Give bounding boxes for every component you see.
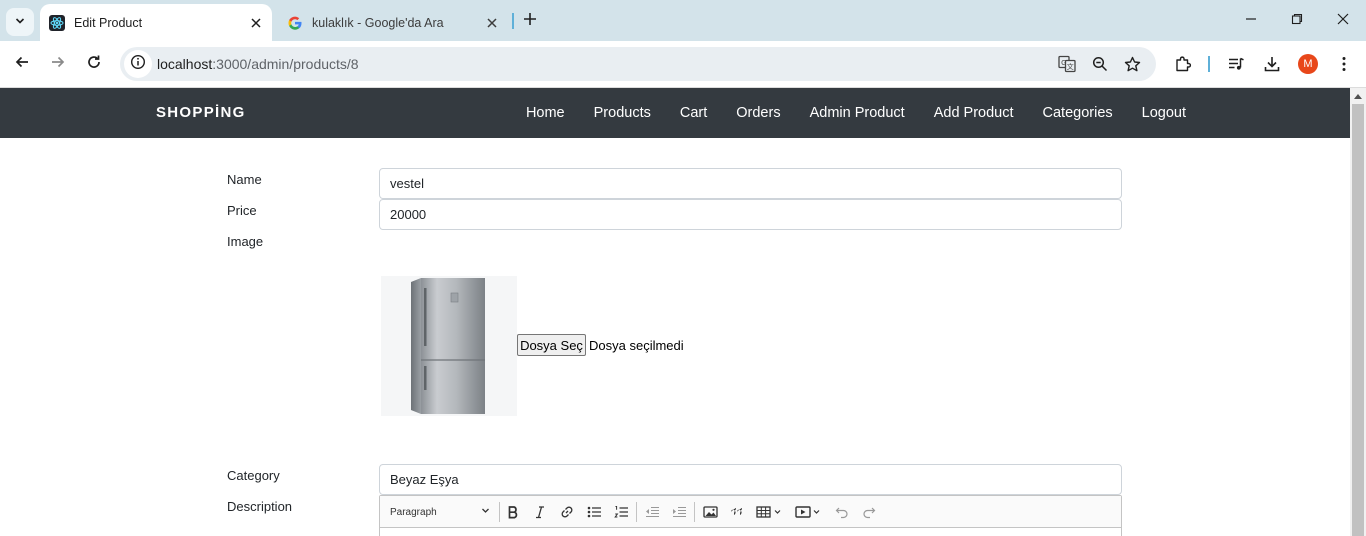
tab-edit-product[interactable]: Edit Product (40, 4, 272, 41)
tab-divider (512, 13, 514, 29)
heading-dropdown[interactable]: Paragraph (390, 504, 490, 520)
bold-icon[interactable] (504, 503, 522, 521)
outdent-icon[interactable] (643, 503, 661, 521)
name-label: Name (227, 172, 262, 187)
undo-icon[interactable] (833, 503, 851, 521)
nav-links: Home Products Cart Orders Admin Product … (497, 88, 1186, 138)
more-menu-icon[interactable] (1333, 53, 1355, 75)
bulleted-list-icon[interactable] (585, 503, 603, 521)
back-button[interactable] (10, 52, 34, 76)
close-icon[interactable] (246, 13, 266, 33)
page-viewport: SHOPPİNG Home Products Cart Orders Admin… (0, 88, 1350, 536)
react-icon (49, 14, 65, 31)
restore-icon (1291, 12, 1303, 30)
address-bar[interactable]: localhost:3000/admin/products/8 G文 (120, 47, 1156, 81)
browser-toolbar: localhost:3000/admin/products/8 G文 M (0, 41, 1366, 88)
file-status-text: Dosya seçilmedi (589, 338, 684, 353)
category-label: Category (227, 468, 280, 483)
url-host: localhost (157, 56, 213, 72)
close-icon[interactable] (482, 13, 502, 33)
extensions-icon[interactable] (1172, 53, 1194, 75)
toolbar-separator (694, 502, 695, 522)
site-navbar: SHOPPİNG Home Products Cart Orders Admin… (0, 88, 1350, 138)
indent-icon[interactable] (670, 503, 688, 521)
reload-button[interactable] (82, 52, 106, 76)
minimize-icon (1245, 12, 1257, 30)
url-text: localhost:3000/admin/products/8 (157, 56, 359, 72)
nav-link-home[interactable]: Home (526, 105, 565, 121)
redo-icon[interactable] (860, 503, 878, 521)
scrollbar-thumb[interactable] (1352, 104, 1364, 536)
toolbar-separator (636, 502, 637, 522)
nav-link-categories[interactable]: Categories (1043, 105, 1113, 121)
media-embed-icon[interactable] (794, 503, 824, 521)
image-icon[interactable] (701, 503, 719, 521)
blockquote-icon[interactable] (728, 503, 746, 521)
page-scrollbar[interactable] (1350, 88, 1366, 536)
browser-tab-strip: Edit Product kulaklık - Google'da Ara (0, 0, 1366, 41)
forward-button[interactable] (46, 52, 70, 76)
download-icon[interactable] (1261, 53, 1283, 75)
site-info-button[interactable] (124, 50, 152, 78)
nav-link-orders[interactable]: Orders (736, 105, 780, 121)
bookmark-star-icon[interactable] (1122, 54, 1142, 74)
editor-toolbar: Paragraph (380, 496, 1121, 528)
heading-dropdown-label: Paragraph (390, 506, 437, 518)
description-editor[interactable]: Paragraph (379, 495, 1122, 536)
tab-google-search[interactable]: kulaklık - Google'da Ara (276, 4, 508, 41)
url-path: :3000/admin/products/8 (212, 56, 359, 72)
nav-link-admin-product[interactable]: Admin Product (810, 105, 905, 121)
name-input[interactable] (379, 168, 1122, 199)
close-window-button[interactable] (1332, 10, 1354, 32)
chevron-down-icon (481, 506, 490, 518)
tab-title: Edit Product (74, 15, 143, 30)
link-icon[interactable] (558, 503, 576, 521)
profile-avatar[interactable]: M (1298, 54, 1318, 74)
toolbar-separator (499, 502, 500, 522)
minimize-button[interactable] (1240, 10, 1262, 32)
tab-search-button[interactable] (6, 8, 34, 36)
tab-title: kulaklık - Google'da Ara (312, 15, 444, 30)
nav-link-logout[interactable]: Logout (1142, 105, 1186, 121)
product-image (381, 276, 517, 416)
close-icon (1337, 12, 1349, 30)
scroll-up-arrow-icon[interactable] (1353, 91, 1363, 101)
reload-icon (86, 54, 102, 75)
price-input[interactable] (379, 199, 1122, 230)
svg-text:文: 文 (1067, 62, 1074, 71)
arrow-left-icon (14, 54, 30, 75)
table-icon[interactable] (755, 503, 785, 521)
numbered-list-icon[interactable] (612, 503, 630, 521)
google-icon (287, 15, 303, 31)
restore-button[interactable] (1286, 10, 1308, 32)
brand-logo[interactable]: SHOPPİNG (156, 104, 246, 121)
info-icon (130, 54, 146, 75)
category-input[interactable] (379, 464, 1122, 495)
chevron-down-icon (15, 13, 25, 31)
nav-link-add-product[interactable]: Add Product (934, 105, 1014, 121)
description-label: Description (227, 499, 293, 514)
image-label: Image (227, 234, 264, 249)
price-label: Price (227, 203, 257, 218)
translate-icon[interactable]: G文 (1057, 54, 1077, 74)
arrow-right-icon (50, 54, 66, 75)
plus-icon (523, 12, 537, 31)
nav-link-products[interactable]: Products (594, 105, 651, 121)
choose-file-button[interactable]: Dosya Seç (517, 334, 586, 356)
refrigerator-image (411, 278, 485, 414)
new-tab-button[interactable] (520, 11, 540, 31)
toolbar-divider (1208, 56, 1210, 72)
zoom-icon[interactable] (1090, 54, 1110, 74)
media-control-icon[interactable] (1225, 53, 1247, 75)
nav-link-cart[interactable]: Cart (680, 105, 707, 121)
italic-icon[interactable] (531, 503, 549, 521)
